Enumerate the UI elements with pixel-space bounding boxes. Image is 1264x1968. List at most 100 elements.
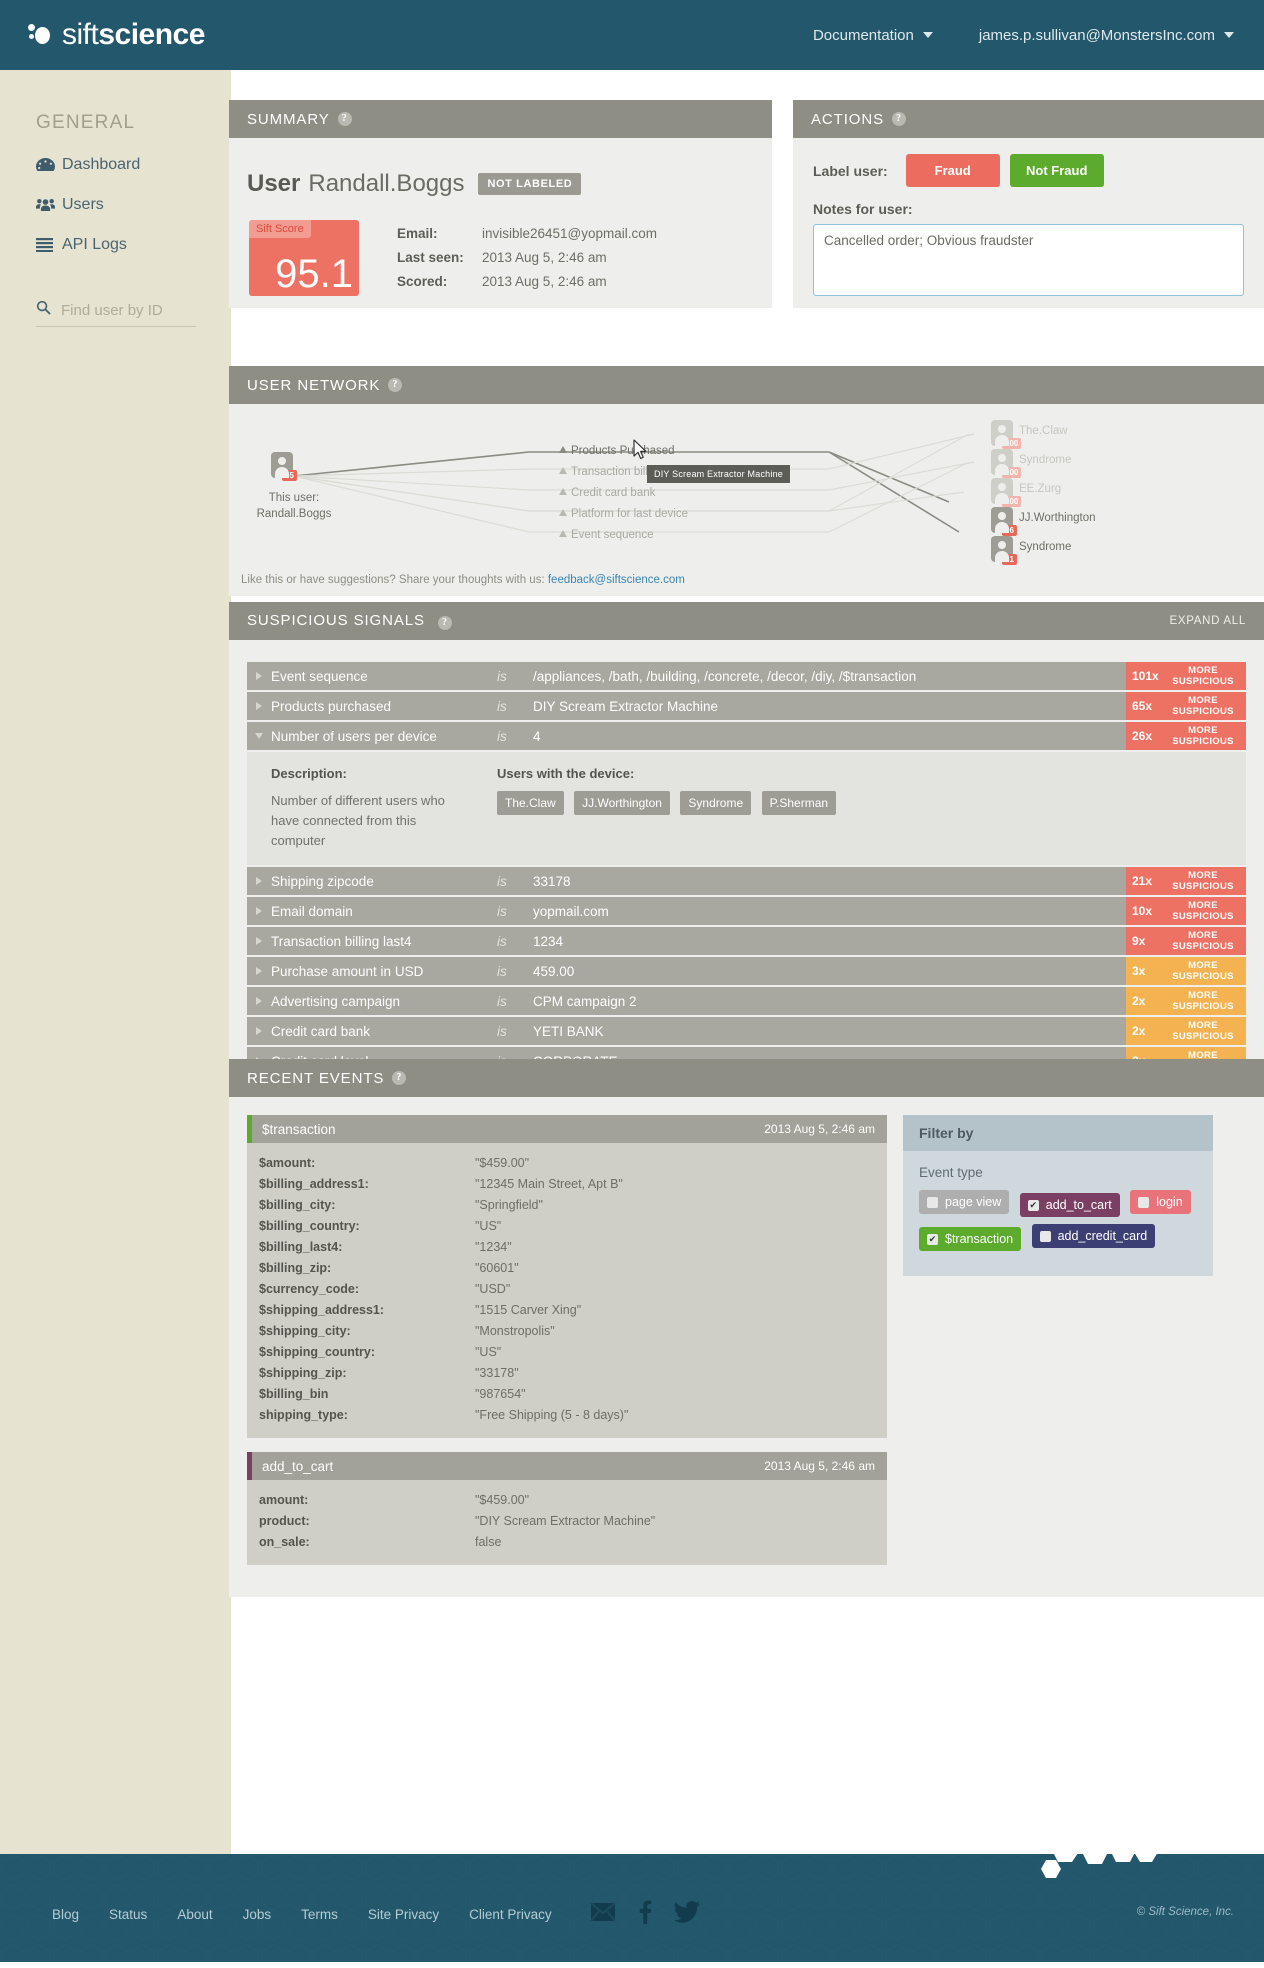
help-icon[interactable]: ?	[891, 112, 906, 126]
user-chip[interactable]: JJ.Worthington	[574, 791, 670, 815]
footer-link-site-privacy[interactable]: Site Privacy	[368, 1907, 439, 1922]
filter-option-add-credit-card[interactable]: add_credit_card	[1031, 1224, 1156, 1248]
brand-logo[interactable]: siftscience	[26, 18, 205, 52]
signal-name: Transaction billing last4	[271, 933, 412, 949]
checkbox-icon[interactable]: ✔	[1027, 1199, 1039, 1211]
signal-row-main[interactable]: Number of users per device is 4	[247, 722, 1126, 750]
signal-row-main[interactable]: Event sequence is /appliances, /bath, /b…	[247, 662, 1126, 690]
warning-icon	[559, 467, 567, 474]
footer-link-jobs[interactable]: Jobs	[243, 1907, 272, 1922]
filter-option-page-view[interactable]: page view	[919, 1190, 1010, 1214]
field-key: Email:	[397, 226, 438, 241]
signal-row-main[interactable]: Advertising campaign is CPM campaign 2	[247, 987, 1126, 1015]
filter-option-login[interactable]: login	[1130, 1190, 1191, 1214]
network-right-node[interactable]: 100 The.Claw	[991, 420, 1068, 449]
chevron-right-icon[interactable]	[247, 907, 271, 915]
help-icon[interactable]: ?	[388, 378, 403, 392]
description-heading: Description:	[271, 766, 347, 781]
chevron-right-icon[interactable]	[247, 937, 271, 945]
user-chip[interactable]: P.Sherman	[761, 791, 837, 815]
severity-line1: MORE	[1188, 960, 1218, 971]
network-right-node[interactable]: 81 Syndrome	[991, 536, 1071, 565]
network-right-node[interactable]: 100 Syndrome	[991, 449, 1071, 478]
sidebar-item-dashboard[interactable]: Dashboard	[36, 156, 231, 174]
event-card: add_to_cart 2013 Aug 5, 2:46 am amount: "…	[247, 1452, 887, 1565]
user-network-panel: USER NETWORK ? 95 This user: Randall.Bog…	[229, 366, 1264, 596]
network-middle-node[interactable]: Event sequence	[559, 529, 653, 541]
expand-all-button[interactable]: EXPAND ALL	[1170, 615, 1246, 627]
footer-link-about[interactable]: About	[177, 1907, 212, 1922]
chevron-right-icon[interactable]	[247, 702, 271, 710]
signal-row[interactable]: Advertising campaign is CPM campaign 2 2…	[247, 987, 1246, 1015]
signal-row[interactable]: Shipping zipcode is 33178 21x MORE SUSPI…	[247, 867, 1246, 895]
sidebar-item-api-logs[interactable]: API Logs	[36, 236, 231, 254]
checkbox-icon[interactable]: ✔	[927, 1233, 938, 1245]
user-chip[interactable]: Syndrome	[680, 791, 752, 815]
footer-link-terms[interactable]: Terms	[301, 1907, 338, 1922]
severity-line1: MORE	[1188, 930, 1218, 941]
mail-icon[interactable]	[589, 1902, 616, 1927]
network-middle-node[interactable]: Platform for last device	[559, 508, 688, 520]
not-fraud-button[interactable]: Not Fraud	[1009, 154, 1104, 187]
help-icon[interactable]: ?	[438, 616, 452, 630]
field-key: on_sale:	[259, 1535, 310, 1549]
signal-row-main[interactable]: Products purchased is DIY Scream Extract…	[247, 692, 1126, 720]
network-right-node[interactable]: 100 EE.Zurg	[991, 478, 1061, 507]
help-icon[interactable]: ?	[392, 1071, 407, 1085]
event-card-header[interactable]: add_to_cart 2013 Aug 5, 2:46 am	[247, 1452, 887, 1480]
notes-textarea[interactable]	[813, 224, 1244, 296]
sidebar-item-users[interactable]: Users	[36, 196, 231, 214]
filter-option-transaction[interactable]: ✔ $transaction	[919, 1227, 1022, 1251]
list-icon	[36, 238, 62, 252]
fraud-button[interactable]: Fraud	[905, 154, 1000, 187]
signal-count: 21x	[1126, 867, 1160, 895]
twitter-icon[interactable]	[673, 1901, 700, 1928]
signal-row-main[interactable]: Credit card bank is YETI BANK	[247, 1017, 1126, 1045]
chevron-right-icon[interactable]	[247, 1027, 271, 1035]
network-self-node[interactable]: 95	[271, 452, 297, 481]
network-middle-node[interactable]: Products Purchased	[559, 445, 675, 457]
score-pill: 100	[1002, 438, 1022, 449]
signal-value: CPM campaign 2	[533, 993, 637, 1009]
signal-row[interactable]: Transaction billing last4 is 1234 9x MOR…	[247, 927, 1246, 955]
user-chip[interactable]: The.Claw	[497, 791, 564, 815]
signal-row[interactable]: Purchase amount in USD is 459.00 3x MORE…	[247, 957, 1246, 985]
chevron-right-icon[interactable]	[247, 967, 271, 975]
signal-row-main[interactable]: Shipping zipcode is 33178	[247, 867, 1126, 895]
signal-row[interactable]: Email domain is yopmail.com 10x MORE SUS…	[247, 897, 1246, 925]
chevron-down-icon[interactable]	[247, 733, 271, 739]
signal-row-main[interactable]: Purchase amount in USD is 459.00	[247, 957, 1126, 985]
documentation-menu[interactable]: Documentation	[813, 27, 933, 44]
event-field-row: $shipping_country: "US"	[247, 1342, 887, 1363]
checkbox-icon[interactable]	[927, 1196, 938, 1208]
field-value: "33178"	[475, 1366, 519, 1380]
account-menu[interactable]: james.p.sullivan@MonstersInc.com	[979, 27, 1234, 44]
signal-row[interactable]: Credit card bank is YETI BANK 2x MORE SU…	[247, 1017, 1246, 1045]
network-middle-node[interactable]: Credit card bank	[559, 487, 655, 499]
checkbox-icon[interactable]	[1138, 1196, 1150, 1208]
footer-links: Blog Status About Jobs Terms Site Privac…	[52, 1900, 722, 1929]
checkbox-icon[interactable]	[1039, 1230, 1051, 1242]
chevron-right-icon[interactable]	[247, 672, 271, 680]
facebook-icon[interactable]	[638, 1900, 652, 1929]
signal-severity-badge: MORE SUSPICIOUS	[1160, 867, 1246, 895]
network-right-node[interactable]: 96 JJ.Worthington	[991, 507, 1096, 536]
event-card-header[interactable]: $transaction 2013 Aug 5, 2:46 am	[247, 1115, 887, 1143]
feedback-email-link[interactable]: feedback@siftscience.com	[548, 574, 685, 586]
chevron-right-icon[interactable]	[247, 877, 271, 885]
signal-row[interactable]: Products purchased is DIY Scream Extract…	[247, 692, 1246, 720]
help-icon[interactable]: ?	[337, 112, 352, 126]
filter-option-add-to-cart[interactable]: ✔ add_to_cart	[1019, 1193, 1120, 1217]
footer-link-client-privacy[interactable]: Client Privacy	[469, 1907, 552, 1922]
field-value: "US"	[475, 1219, 502, 1233]
signal-is-word: is	[497, 873, 507, 889]
signal-row-main[interactable]: Transaction billing last4 is 1234	[247, 927, 1126, 955]
footer-link-blog[interactable]: Blog	[52, 1907, 79, 1922]
signal-row[interactable]: Number of users per device is 4 26x MORE…	[247, 722, 1246, 750]
chevron-right-icon[interactable]	[247, 997, 271, 1005]
event-field-row: amount: "$459.00"	[247, 1490, 887, 1511]
footer-link-status[interactable]: Status	[109, 1907, 147, 1922]
search-user-field[interactable]: Find user by ID	[36, 300, 196, 327]
signal-row-main[interactable]: Email domain is yopmail.com	[247, 897, 1126, 925]
signal-row[interactable]: Event sequence is /appliances, /bath, /b…	[247, 662, 1246, 690]
